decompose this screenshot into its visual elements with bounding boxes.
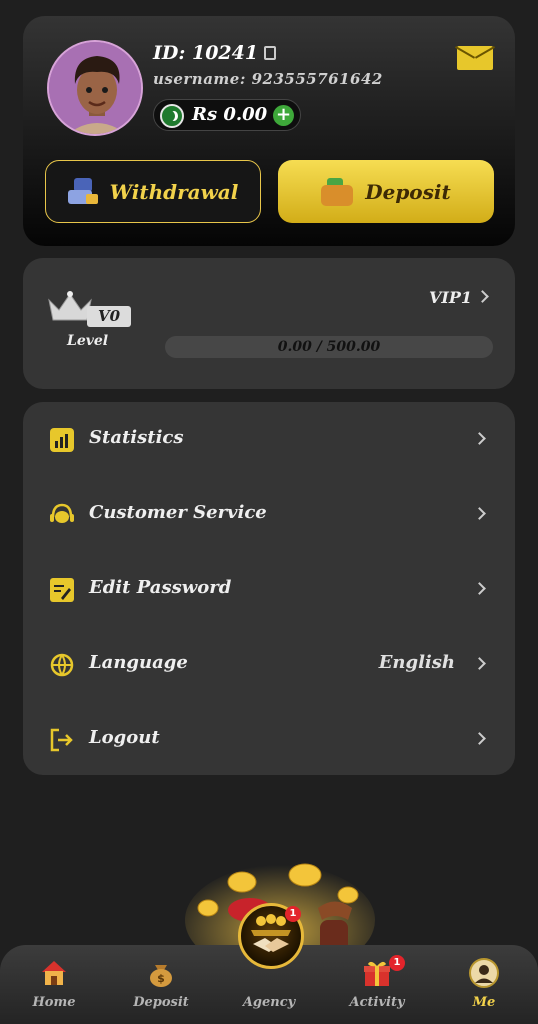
- tab-label: Agency: [242, 995, 296, 1010]
- settings-menu: Statistics Customer Service Edit Passwor…: [23, 402, 515, 775]
- tab-me[interactable]: Me: [444, 955, 524, 1017]
- vip-level-badge: V0: [87, 306, 131, 327]
- profile-icon: [469, 958, 499, 988]
- menu-label: Statistics: [89, 427, 184, 448]
- menu-item-statistics[interactable]: Statistics: [23, 410, 515, 470]
- profile-card: ID: 10241 username: 923555761642 Rs 0.00…: [23, 16, 515, 246]
- avatar[interactable]: [47, 40, 143, 136]
- chevron-right-icon: [473, 507, 486, 520]
- vip-progress-text: 0.00 / 500.00: [277, 339, 381, 355]
- menu-item-edit-password[interactable]: Edit Password: [23, 560, 515, 620]
- wallet-icon: [321, 177, 354, 206]
- tab-label: Activity: [349, 995, 405, 1010]
- menu-item-logout[interactable]: Logout: [23, 710, 515, 770]
- menu-label: Logout: [89, 727, 160, 748]
- menu-item-language[interactable]: Language English: [23, 635, 515, 695]
- pakistan-flag-icon: [160, 104, 184, 128]
- notification-badge: 1: [285, 906, 301, 922]
- home-icon: [42, 961, 66, 985]
- language-value: English: [378, 652, 455, 673]
- withdrawal-label: Withdrawal: [109, 179, 239, 204]
- globe-icon: [50, 653, 74, 677]
- menu-label: Customer Service: [89, 502, 267, 523]
- edit-icon: [50, 578, 74, 602]
- next-vip-link[interactable]: VIP1: [428, 288, 489, 307]
- next-vip-label: VIP1: [428, 288, 472, 307]
- chevron-right-icon: [473, 432, 486, 445]
- tab-activity[interactable]: 1 Activity: [337, 955, 417, 1017]
- username: username: 923555761642: [153, 70, 383, 88]
- chevron-right-icon: [476, 290, 489, 303]
- add-funds-icon[interactable]: +: [273, 105, 294, 126]
- vip-progress-bar: 0.00 / 500.00: [165, 336, 493, 358]
- level-label: Level: [67, 333, 109, 349]
- deposit-button[interactable]: Deposit: [278, 160, 494, 223]
- balance-pill: Rs 0.00 +: [153, 99, 301, 131]
- svg-text:$: $: [157, 972, 165, 985]
- tab-label: Home: [32, 995, 76, 1010]
- menu-label: Language: [89, 652, 188, 673]
- chevron-right-icon: [473, 732, 486, 745]
- balance-amount: Rs 0.00: [192, 104, 268, 125]
- logout-icon: [50, 728, 73, 752]
- withdrawal-button[interactable]: Withdrawal: [45, 160, 261, 223]
- mail-icon[interactable]: [457, 46, 493, 70]
- tab-label: Me: [472, 995, 496, 1010]
- menu-item-customer-service[interactable]: Customer Service: [23, 485, 515, 545]
- user-id-text: ID: 10241: [153, 42, 259, 64]
- deposit-label: Deposit: [365, 179, 451, 204]
- copy-icon[interactable]: [264, 46, 277, 60]
- money-bag-icon: $: [150, 965, 172, 987]
- vip-card: V0 Level VIP1 0.00 / 500.00: [23, 258, 515, 389]
- tab-deposit[interactable]: $ Deposit: [121, 955, 201, 1017]
- statistics-icon: [50, 428, 74, 452]
- chevron-right-icon: [473, 582, 486, 595]
- headset-icon: [50, 503, 74, 523]
- tab-home[interactable]: Home: [14, 955, 94, 1017]
- chevron-right-icon: [473, 657, 486, 670]
- tab-label: Deposit: [133, 995, 189, 1010]
- user-id: ID: 10241: [153, 42, 277, 64]
- menu-label: Edit Password: [89, 577, 232, 598]
- notification-badge: 1: [389, 955, 405, 971]
- atm-icon: [67, 177, 98, 206]
